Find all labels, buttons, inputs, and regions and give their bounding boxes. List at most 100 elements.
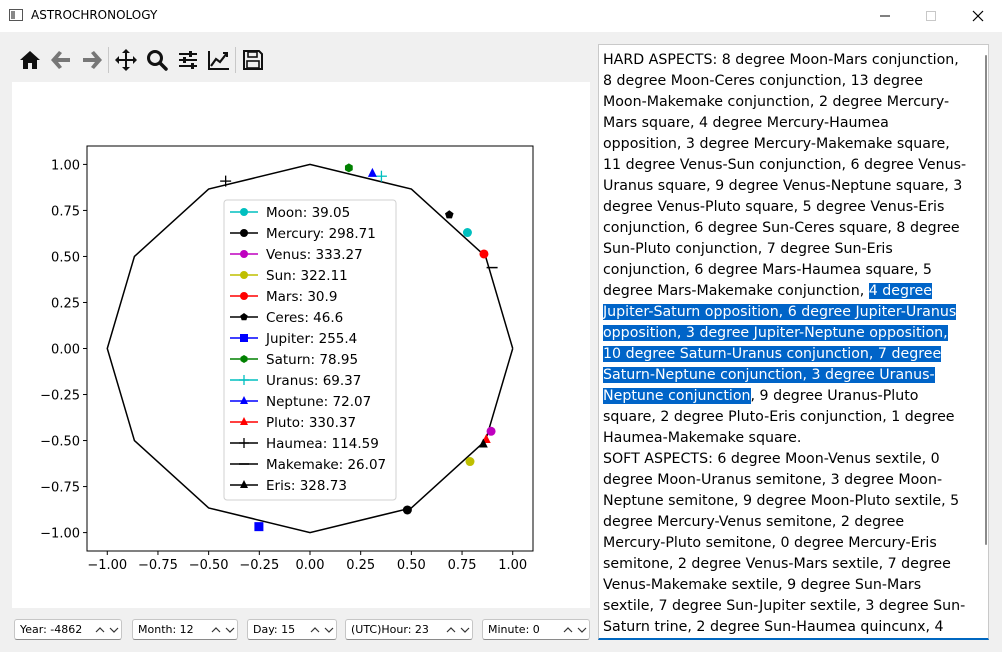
- save-button[interactable]: [237, 44, 268, 76]
- legend-label-venus: Venus: 333.27: [266, 247, 363, 263]
- home-button[interactable]: [14, 44, 45, 76]
- y-tick-label: −0.50: [40, 435, 80, 450]
- legend-box: [223, 199, 397, 501]
- legend-label-jupiter: Jupiter: 255.4: [265, 331, 357, 347]
- legend-label-ceres: Ceres: 46.6: [266, 310, 343, 326]
- toolbar-separator: [235, 47, 236, 73]
- y-tick-label: 0.75: [51, 204, 80, 219]
- window-title: ASTROCHRONOLOGY: [31, 8, 158, 22]
- chevron-up-icon[interactable]: [93, 622, 106, 637]
- month-spinbox[interactable]: Month: 12: [132, 619, 238, 640]
- x-tick-label: 0.25: [346, 558, 375, 573]
- point-venus: [486, 426, 496, 436]
- legend-label-mars: Mars: 30.9: [266, 289, 337, 305]
- configure-subplots-button[interactable]: [172, 44, 203, 76]
- minute-spinbox[interactable]: Minute: 0: [482, 619, 590, 640]
- legend-label-pluto: Pluto: 330.37: [266, 415, 356, 431]
- back-button[interactable]: [45, 44, 76, 76]
- y-tick-label: 0.25: [51, 296, 80, 311]
- aspects-text-area[interactable]: HARD ASPECTS: 8 degree Moon-Mars conjunc…: [598, 44, 989, 640]
- point-mars: [479, 249, 489, 259]
- legend-marker-jupiter: [240, 334, 248, 342]
- configure-subplots-icon: [178, 51, 197, 69]
- toolbar-separator: [108, 47, 109, 73]
- y-tick-label: −1.00: [40, 527, 80, 542]
- chevron-down-icon[interactable]: [223, 622, 236, 637]
- x-tick-label: 0.75: [448, 558, 477, 573]
- zoom-icon: [146, 50, 168, 71]
- y-tick-label: 0.00: [51, 343, 80, 358]
- point-moon: [462, 228, 472, 238]
- forward-button[interactable]: [76, 44, 107, 76]
- legend-label-saturn: Saturn: 78.95: [266, 352, 358, 368]
- pan-button[interactable]: [110, 44, 141, 76]
- legend-label-sun: Sun: 322.11: [266, 268, 348, 284]
- legend-marker-moon: [240, 208, 248, 216]
- x-tick-label: 1.00: [498, 558, 527, 573]
- legend-label-mercury: Mercury: 298.71: [266, 226, 376, 242]
- legend-label-eris: Eris: 328.73: [266, 478, 347, 494]
- forward-arrow-icon: [82, 51, 102, 69]
- pan-icon: [114, 49, 137, 71]
- legend-marker-mars: [240, 292, 248, 300]
- chevron-up-icon[interactable]: [561, 622, 574, 637]
- plot-toolbar: [14, 44, 268, 76]
- legend-label-makemake: Makemake: 26.07: [266, 457, 386, 473]
- year-spinbox[interactable]: Year: -4862: [14, 619, 122, 640]
- plot-canvas[interactable]: −1.00 −0.75 −0.50 −0.25 0.00 0.25 0.50 0.75 1.00…: [12, 82, 590, 608]
- hour-value: (UTC)Hour: 23: [351, 623, 429, 636]
- maximize-button[interactable]: [908, 0, 954, 32]
- astro-chart[interactable]: −1.00 −0.75 −0.50 −0.25 0.00 0.25 0.50 0.75 1.00…: [12, 82, 590, 608]
- legend-marker-sun: [240, 271, 248, 279]
- point-mercury: [402, 505, 412, 515]
- edit-axis-icon: [207, 51, 229, 70]
- chevron-up-icon[interactable]: [444, 622, 457, 637]
- x-tick-label: −0.25: [239, 558, 279, 573]
- point-sun: [465, 457, 475, 467]
- close-button[interactable]: [955, 0, 1001, 32]
- hour-spinbox[interactable]: (UTC)Hour: 23: [345, 619, 473, 640]
- day-value: Day: 15: [253, 623, 296, 636]
- x-tick-label: −0.75: [138, 558, 178, 573]
- close-icon: [972, 10, 984, 22]
- x-tick-label: −0.50: [189, 558, 229, 573]
- minimize-icon: [880, 15, 890, 17]
- soft-aspects-text: SOFT ASPECTS: 6 degree Moon-Venus sextil…: [603, 451, 966, 635]
- legend-label-haumea: Haumea: 114.59: [266, 436, 379, 452]
- year-value: Year: -4862: [20, 623, 83, 636]
- maximize-icon: [926, 11, 936, 21]
- x-tick-label: 0.00: [296, 558, 325, 573]
- y-tick-label: 0.50: [51, 250, 80, 265]
- x-tick-label: −1.00: [87, 558, 127, 573]
- save-icon: [242, 50, 263, 70]
- chevron-down-icon[interactable]: [575, 622, 588, 637]
- edit-axis-button[interactable]: [203, 44, 234, 76]
- x-tick-label: 0.50: [397, 558, 426, 573]
- chevron-down-icon[interactable]: [458, 622, 471, 637]
- legend-label-moon: Moon: 39.05: [266, 205, 350, 221]
- aspects-text: HARD ASPECTS: 8 degree Moon-Mars conjunc…: [599, 45, 988, 638]
- minimize-button[interactable]: [862, 0, 908, 32]
- title-bar: ASTROCHRONOLOGY: [0, 0, 1002, 32]
- day-spinbox[interactable]: Day: 15: [247, 619, 337, 640]
- selected-text: 4 degree Jupiter-Saturn opposition, 6 de…: [603, 283, 957, 404]
- chevron-down-icon[interactable]: [322, 622, 335, 637]
- hard-aspects-text: HARD ASPECTS: 8 degree Moon-Mars conjunc…: [603, 52, 967, 299]
- chevron-up-icon[interactable]: [209, 622, 222, 637]
- minute-value: Minute: 0: [488, 623, 540, 636]
- chevron-up-icon[interactable]: [308, 622, 321, 637]
- legend-marker-venus: [240, 250, 248, 258]
- month-value: Month: 12: [138, 623, 194, 636]
- legend-marker-mercury: [240, 229, 248, 237]
- y-tick-label: −0.75: [40, 481, 80, 496]
- legend-label-neptune: Neptune: 72.07: [266, 394, 371, 410]
- chevron-down-icon[interactable]: [107, 622, 120, 637]
- y-tick-label: 1.00: [51, 158, 80, 173]
- legend-label-uranus: Uranus: 69.37: [266, 373, 361, 389]
- zoom-button[interactable]: [141, 44, 172, 76]
- back-arrow-icon: [50, 51, 70, 69]
- vertical-scrollbar[interactable]: [985, 55, 987, 545]
- point-jupiter: [254, 522, 264, 532]
- home-icon: [19, 51, 40, 69]
- app-icon: [9, 9, 23, 21]
